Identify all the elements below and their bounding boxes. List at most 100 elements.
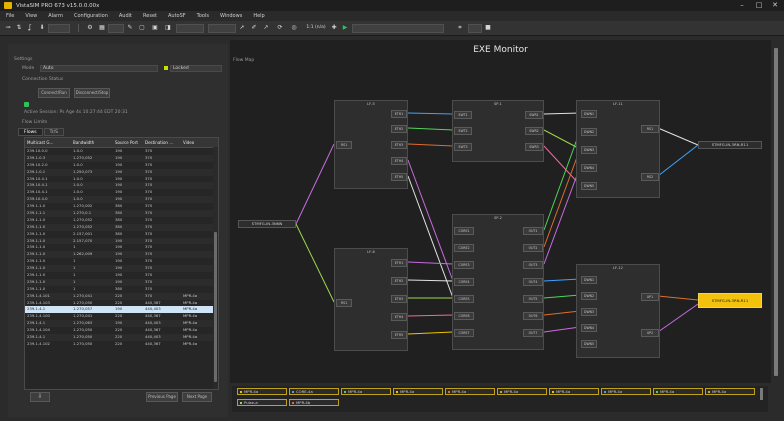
- col-bandwidth[interactable]: Bandwidth: [71, 138, 113, 147]
- pointer-icon[interactable]: ➚: [238, 24, 246, 32]
- port-eth1[interactable]: ETH1: [391, 259, 407, 267]
- table-row[interactable]: 239.1.1.0 2.157,001 380 370: [25, 231, 218, 238]
- filter-select[interactable]: [208, 24, 236, 33]
- table-row[interactable]: 239.1.4.103 1.270,050 220 440,367 MPR-4a: [25, 300, 218, 307]
- speed-select[interactable]: [468, 24, 482, 33]
- legend-chip[interactable]: MPR-4a: [601, 388, 651, 395]
- port-eth5[interactable]: ETH5: [391, 173, 407, 181]
- menu-alarm[interactable]: Alarm: [48, 13, 63, 19]
- port-eth1[interactable]: ETH1: [391, 110, 407, 118]
- menu-audit[interactable]: Audit: [119, 13, 132, 19]
- zoom-in-icon[interactable]: ✚: [330, 24, 338, 32]
- table-row[interactable]: 239.1.4.1 1.270,050 220 440,403 MPR-4a: [25, 334, 218, 341]
- table-row[interactable]: 239.10.4.1 1.0.0 190 370: [25, 182, 218, 190]
- minimize-button[interactable]: –: [735, 1, 749, 10]
- port-dwn5[interactable]: DWN5: [581, 182, 597, 190]
- refresh-icon[interactable]: ⟳: [276, 24, 284, 32]
- port-out2[interactable]: OUT2: [523, 244, 543, 252]
- legend-chip[interactable]: MPR-4a: [705, 388, 755, 395]
- table-row[interactable]: 239.10.4.1 1.0.0 190 370: [25, 176, 218, 183]
- table-row[interactable]: 239.1.1.0 1.262,009 190 370: [25, 251, 218, 259]
- port-out5[interactable]: OUT5: [523, 295, 543, 303]
- port-out1[interactable]: OUT1: [523, 227, 543, 235]
- menu-file[interactable]: File: [6, 13, 14, 19]
- main-scrollbar[interactable]: [774, 46, 778, 380]
- download-icon[interactable]: ⬇: [38, 24, 46, 32]
- port-rs1[interactable]: RS1: [641, 125, 659, 133]
- pencil-icon[interactable]: ✐: [250, 24, 258, 32]
- port-eth3[interactable]: ETH3: [391, 295, 407, 303]
- col-multicast-group[interactable]: Multicast G...: [25, 138, 71, 147]
- port-out6[interactable]: OUT6: [523, 312, 543, 320]
- port-core5[interactable]: CORE5: [454, 295, 474, 303]
- menu-help[interactable]: Help: [253, 13, 264, 19]
- col-video[interactable]: Video: [181, 138, 211, 147]
- legend-chip[interactable]: MPR-4a: [445, 388, 495, 395]
- zoom-level[interactable]: 1:1 (n/a): [304, 24, 328, 32]
- port-swr2[interactable]: SWR2: [525, 127, 543, 135]
- port-swt2[interactable]: SWT2: [454, 127, 472, 135]
- legend-chip[interactable]: MPR-4a: [549, 388, 599, 395]
- export-button[interactable]: ⇩: [30, 392, 50, 402]
- table-row[interactable]: 239.1.4.102 1.270,050 220 440,367 MPR-4a: [25, 341, 218, 348]
- legend-chip[interactable]: CORE-4a: [289, 388, 339, 395]
- frame-icon[interactable]: ▣: [151, 24, 159, 32]
- record-icon[interactable]: ◎: [290, 24, 298, 32]
- menu-autosf[interactable]: AutoSF: [168, 13, 186, 19]
- table-row[interactable]: 239.1.1.0 1 380 370: [25, 286, 218, 293]
- table-row[interactable]: 239.1.4.104 1.270,050 220 440,367 MPR-4a: [25, 327, 218, 334]
- table-row[interactable]: 239.1.1.0 1 190 370: [25, 278, 218, 286]
- mode-select[interactable]: [48, 24, 70, 33]
- port-eth5[interactable]: ETH5: [391, 331, 407, 339]
- port-swr1[interactable]: SWR1: [525, 111, 543, 119]
- port-eth2[interactable]: ETH2: [391, 277, 407, 285]
- table-row[interactable]: 239.1.1.0 1.270,002 380 370: [25, 203, 218, 210]
- port-core3[interactable]: CORE3: [454, 261, 474, 269]
- tab-flows[interactable]: Flows: [18, 128, 43, 136]
- port-up2[interactable]: UP2: [641, 329, 659, 337]
- menu-reset[interactable]: Reset: [143, 13, 157, 19]
- table-row[interactable]: 239.1.1.0 1 190 370: [25, 272, 218, 279]
- legend-chip[interactable]: MPR-4a: [497, 388, 547, 395]
- table-row[interactable]: 239.1.1.0 1 190 370: [25, 244, 218, 251]
- port-dwn3[interactable]: DWN3: [581, 308, 597, 316]
- close-button[interactable]: ✕: [768, 1, 782, 10]
- destination-endpoint-top[interactable]: STMFG-IN-3RN-R11: [698, 141, 762, 149]
- panel-icon[interactable]: ◨: [163, 24, 173, 32]
- port-dwn5[interactable]: DWN5: [581, 340, 597, 348]
- port-eth3[interactable]: ETH3: [391, 141, 407, 149]
- port-core6[interactable]: CORE6: [454, 312, 474, 320]
- table-row[interactable]: 239.1.4.1 1.270,063 190 440,403 MPR-4a: [25, 320, 218, 328]
- port-dwn1[interactable]: DWN1: [581, 276, 597, 284]
- port-core2[interactable]: CORE2: [454, 244, 474, 252]
- table-scrollbar-thumb[interactable]: [214, 232, 217, 382]
- table-row[interactable]: 239.10.4.0 1.0.0 190 370: [25, 196, 218, 204]
- port-eth4[interactable]: ETH4: [391, 313, 407, 321]
- legend-chip[interactable]: Pulse-a: [237, 399, 287, 406]
- port-up1[interactable]: UP1: [641, 293, 659, 301]
- port-rs1[interactable]: RS1: [336, 299, 352, 307]
- table-row[interactable]: 239.1.0.3 1.270,052 190 370: [25, 154, 218, 162]
- switch-node-lf11[interactable]: LF-11 DWN1 DWN2 DWN3 DWN4 DWN5 RS1 RS2: [576, 100, 660, 198]
- arrow-icon[interactable]: ↗: [262, 24, 270, 32]
- hierarchy-icon[interactable]: ⌗: [456, 24, 464, 32]
- destination-endpoint-highlighted[interactable]: STMFG-IN-3RN-R11: [698, 293, 762, 308]
- col-source-port[interactable]: Source Port: [113, 138, 143, 147]
- port-swr3[interactable]: SWR3: [525, 143, 543, 151]
- port-dwn2[interactable]: DWN2: [581, 128, 597, 136]
- save-icon[interactable]: ■: [484, 24, 492, 32]
- port-rs2[interactable]: RS2: [641, 173, 659, 181]
- legend-chip[interactable]: MPR-4a: [237, 388, 287, 395]
- port-dwn4[interactable]: DWN4: [581, 164, 597, 172]
- port-swt1[interactable]: SWT1: [454, 111, 472, 119]
- pin-icon[interactable]: ⊸: [4, 24, 12, 32]
- table-row[interactable]: 239.1.4.101 1.270,041 220 370 MPR-4a: [25, 292, 218, 300]
- table-row[interactable]: 239.1.1.0 1.270,052 380 370: [25, 217, 218, 224]
- table-row[interactable]: 239.1.1.0 1 190 370: [25, 265, 218, 273]
- table-row[interactable]: 239.1.1.0 1 190 370: [25, 258, 218, 265]
- previous-page-button[interactable]: Previous Page: [146, 392, 178, 402]
- port-eth2[interactable]: ETH2: [391, 125, 407, 133]
- mode-field[interactable]: Auto: [40, 65, 158, 72]
- tab-trs[interactable]: Tr/S: [43, 128, 64, 136]
- col-destination[interactable]: Destination ...: [143, 138, 181, 147]
